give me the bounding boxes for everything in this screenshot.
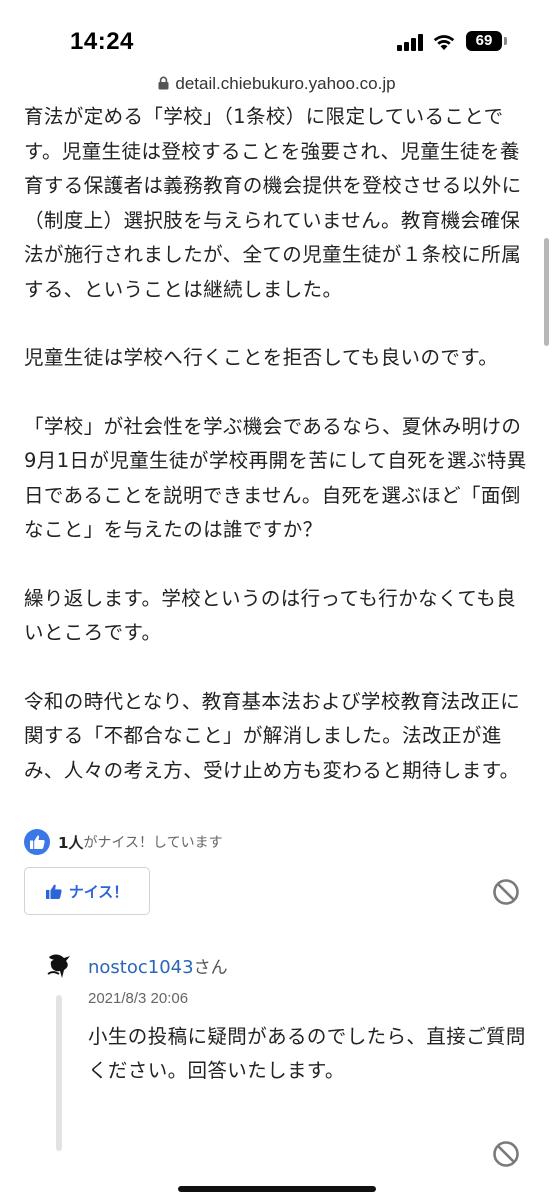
block-icon[interactable] xyxy=(492,878,520,906)
answer-body: 育法が定める「学校」（1条校）に限定していることです。児童生徒は登校することを強… xyxy=(24,100,534,788)
nice-count-row: 1人 がナイス！しています xyxy=(24,827,223,857)
reply-username-text[interactable]: nostoc1043 xyxy=(88,957,194,978)
block-icon[interactable] xyxy=(492,1140,520,1168)
thumbs-up-icon xyxy=(45,884,62,899)
reply-thread-line xyxy=(56,995,62,1151)
answer-paragraph: 育法が定める「学校」（1条校）に限定していることです。児童生徒は登校することを強… xyxy=(24,105,522,301)
url-text: detail.chiebukuro.yahoo.co.jp xyxy=(175,74,396,93)
status-bar: 14:24 69 xyxy=(0,0,554,82)
reply-honorific: さん xyxy=(193,958,228,978)
nice-button-label: ナイス！ xyxy=(68,882,129,901)
answer-paragraph: 令和の時代となり、教育基本法および学校教育法改正に関する「不都合なこと」が解消し… xyxy=(24,689,521,782)
nice-count-label: がナイス！しています xyxy=(83,835,223,851)
thumbs-up-icon xyxy=(24,829,50,855)
avatar[interactable] xyxy=(46,950,76,980)
wifi-icon xyxy=(433,35,455,50)
battery-indicator: 69 xyxy=(466,31,502,51)
cellular-signal-icon xyxy=(397,33,427,51)
nice-button[interactable]: ナイス！ xyxy=(24,867,150,915)
scrollbar[interactable] xyxy=(544,238,549,346)
lock-icon xyxy=(158,76,169,90)
home-indicator[interactable] xyxy=(178,1186,376,1192)
address-bar[interactable]: detail.chiebukuro.yahoo.co.jp xyxy=(0,74,554,100)
answer-paragraph: 児童生徒は学校へ行くことを拒否しても良いのです。 xyxy=(24,346,499,369)
status-time: 14:24 xyxy=(70,28,134,55)
reply-text: 小生の投稿に疑問があるのでしたら、直接ご質問ください。回答いたします。 xyxy=(88,1025,526,1082)
answer-paragraph: 「学校」が社会性を学ぶ機会であるなら、夏休み明けの9月1日が児童生徒が学校再開を… xyxy=(24,414,527,542)
battery-tip xyxy=(504,37,507,45)
reply-date: 2021/8/3 20:06 xyxy=(88,990,189,1007)
nice-count: 1人 xyxy=(58,833,84,852)
answer-paragraph: 繰り返します。学校というのは行っても行かなくても良いところです。 xyxy=(24,586,517,645)
reply-username[interactable]: nostoc1043さん xyxy=(88,953,228,978)
